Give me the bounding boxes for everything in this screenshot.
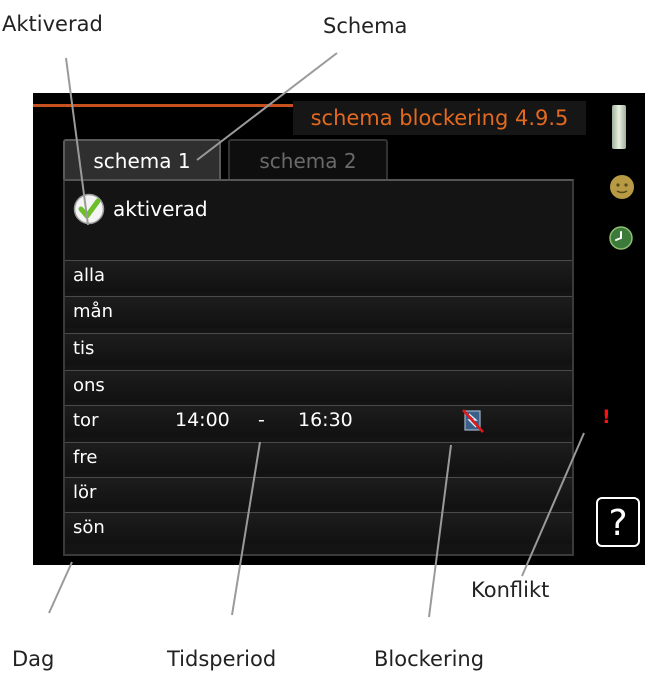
conflict-mark: !	[602, 406, 611, 428]
day-row-lor[interactable]: lör	[65, 477, 572, 509]
day-label: sön	[73, 517, 105, 538]
callout-blocking: Blockering	[374, 647, 485, 671]
device-screen: schema blockering 4.9.5 schema 1 schema …	[33, 93, 645, 565]
day-row-fre[interactable]: fre	[65, 442, 572, 474]
callout-activated: Aktiverad	[2, 12, 103, 36]
activated-label: aktiverad	[113, 197, 208, 221]
day-label: fre	[73, 447, 98, 468]
day-row-man[interactable]: mån	[65, 296, 572, 328]
day-label: tor	[73, 410, 99, 431]
activated-toggle[interactable]: aktiverad	[73, 193, 208, 225]
day-label: alla	[73, 265, 106, 286]
day-label: mån	[73, 301, 113, 322]
time-start: 14:00	[175, 409, 230, 431]
blocked-heater-icon	[462, 409, 484, 433]
callout-day: Dag	[12, 647, 55, 671]
day-label: tis	[73, 338, 95, 359]
smiley-icon	[610, 175, 634, 199]
check-icon	[73, 193, 105, 225]
day-row-alla[interactable]: alla	[65, 260, 572, 292]
day-row-tis[interactable]: tis	[65, 333, 572, 365]
time-separator: -	[258, 409, 265, 431]
screen-title: schema blockering 4.9.5	[293, 101, 586, 135]
scrollbar[interactable]	[612, 105, 626, 149]
day-row-son[interactable]: sön	[65, 512, 572, 544]
callout-conflict: Konflikt	[471, 578, 550, 602]
right-rail	[608, 93, 645, 565]
tab-schema-2[interactable]: schema 2	[228, 139, 388, 179]
tab-schema-1[interactable]: schema 1	[63, 139, 221, 179]
clock-icon	[609, 226, 633, 250]
title-accent-line	[33, 104, 293, 107]
day-row-ons[interactable]: ons	[65, 370, 572, 402]
day-row-tor[interactable]: tor 14:00 - 16:30	[65, 405, 572, 437]
time-end: 16:30	[298, 409, 353, 431]
callout-line-day	[48, 561, 73, 614]
day-label: lör	[73, 482, 97, 503]
callout-time-period: Tidsperiod	[167, 647, 277, 671]
callout-schedule: Schema	[323, 14, 408, 38]
schedule-panel: aktiverad alla mån tis ons tor 14:00 - 1…	[63, 179, 574, 556]
help-button[interactable]: ?	[596, 497, 640, 547]
day-label: ons	[73, 375, 105, 396]
